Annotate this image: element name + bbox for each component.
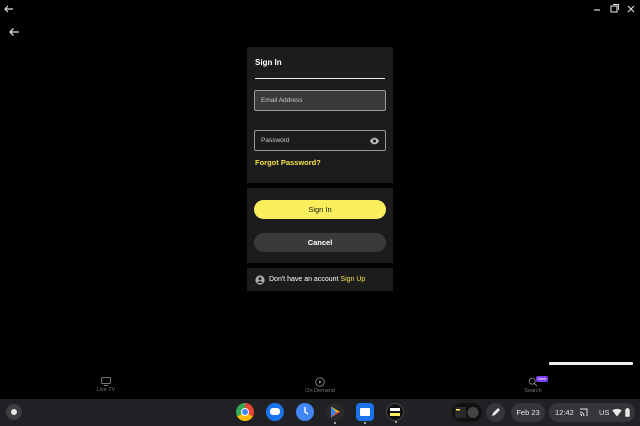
running-indicator bbox=[364, 422, 366, 424]
chrome-app-icon[interactable] bbox=[236, 403, 254, 421]
play-store-icon[interactable] bbox=[326, 403, 344, 424]
signin-actions-panel: Sign In Cancel bbox=[247, 188, 393, 263]
cast-icon bbox=[579, 408, 588, 417]
messages-app-icon[interactable] bbox=[266, 403, 284, 421]
files-app-icon[interactable] bbox=[356, 403, 374, 424]
signup-panel: Don't have an account Sign Up bbox=[247, 268, 393, 291]
play-circle-icon bbox=[315, 377, 325, 387]
wifi-icon bbox=[612, 408, 622, 417]
back-arrow-icon[interactable] bbox=[6, 24, 22, 40]
nav-live-tv[interactable]: Live TV bbox=[81, 377, 131, 399]
nav-on-demand-label: On Demand bbox=[305, 388, 335, 394]
clock-time: 12:42 bbox=[555, 408, 574, 417]
pen-icon bbox=[492, 408, 500, 416]
signin-title: Sign In bbox=[255, 58, 282, 67]
running-indicator bbox=[395, 421, 397, 423]
signup-prompt: Don't have an account Sign Up bbox=[269, 276, 365, 283]
launcher-icon[interactable] bbox=[6, 404, 22, 420]
keyboard-locale: US bbox=[599, 408, 610, 417]
password-input[interactable] bbox=[255, 131, 385, 150]
nav-search-label: Search bbox=[524, 388, 542, 394]
show-password-icon[interactable] bbox=[369, 136, 380, 146]
title-divider bbox=[255, 78, 385, 79]
maximize-icon[interactable] bbox=[607, 2, 621, 16]
account-icon bbox=[255, 275, 265, 285]
window-titlebar bbox=[0, 0, 640, 18]
nav-on-demand[interactable]: On Demand bbox=[295, 377, 345, 399]
os-shelf: Feb 23 12:42 US bbox=[0, 399, 640, 426]
stylus-tools-button[interactable] bbox=[486, 403, 505, 422]
signin-form-panel: Sign In Forgot Password? bbox=[247, 47, 393, 183]
close-icon[interactable] bbox=[624, 2, 638, 16]
home-indicator bbox=[549, 362, 633, 365]
minimize-icon[interactable] bbox=[590, 2, 604, 16]
signup-link[interactable]: Sign Up bbox=[340, 276, 365, 283]
cancel-button[interactable]: Cancel bbox=[254, 233, 386, 252]
holding-space-thumbnail[interactable] bbox=[452, 403, 482, 422]
status-area[interactable]: 12:42 US bbox=[549, 403, 635, 422]
new-badge: New bbox=[536, 376, 549, 382]
date-button[interactable]: Feb 23 bbox=[511, 403, 545, 422]
no-account-text: Don't have an account bbox=[269, 276, 339, 283]
email-input[interactable] bbox=[255, 91, 385, 110]
battery-icon bbox=[625, 408, 630, 417]
pluto-tv-app-icon[interactable] bbox=[386, 403, 404, 423]
nav-live-tv-label: Live TV bbox=[96, 387, 116, 393]
running-indicator bbox=[334, 422, 336, 424]
email-field[interactable] bbox=[254, 90, 386, 111]
signin-button[interactable]: Sign In bbox=[254, 200, 386, 219]
tv-icon bbox=[101, 377, 111, 386]
forgot-password-link[interactable]: Forgot Password? bbox=[255, 158, 321, 167]
nav-search[interactable]: New Search bbox=[508, 376, 558, 399]
password-field[interactable] bbox=[254, 130, 386, 151]
window-back-icon[interactable] bbox=[2, 2, 16, 16]
clock-app-icon[interactable] bbox=[296, 403, 314, 421]
